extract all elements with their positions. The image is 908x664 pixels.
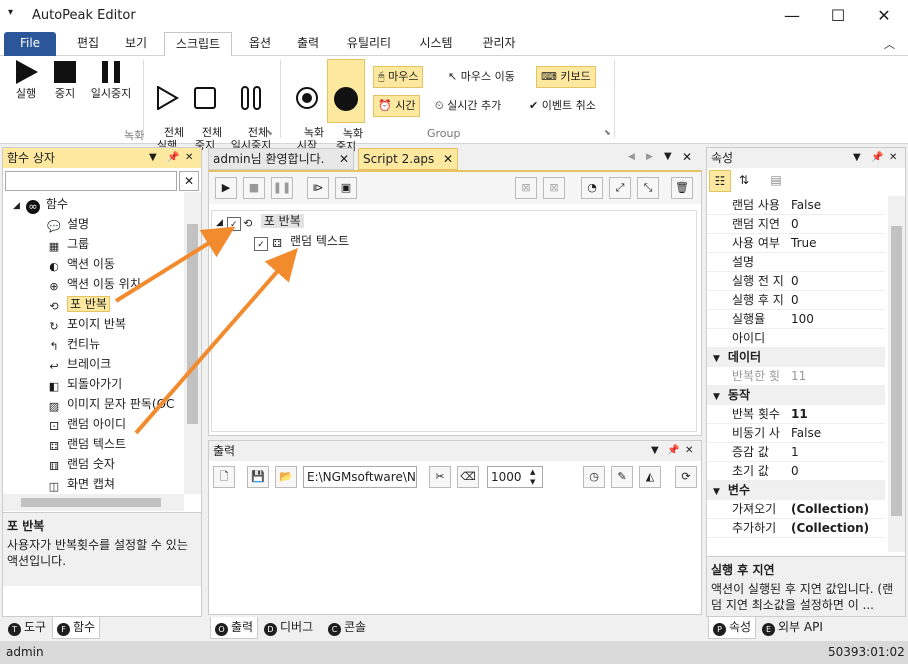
arrow-to-for-loop xyxy=(114,226,236,303)
annotation-arrows xyxy=(114,226,298,435)
status-user: admin xyxy=(6,645,44,659)
status-bar: admin 50393:01:02 xyxy=(0,641,908,664)
status-timer: 50393:01:02 xyxy=(828,645,905,659)
arrow-to-random-text xyxy=(134,247,298,435)
